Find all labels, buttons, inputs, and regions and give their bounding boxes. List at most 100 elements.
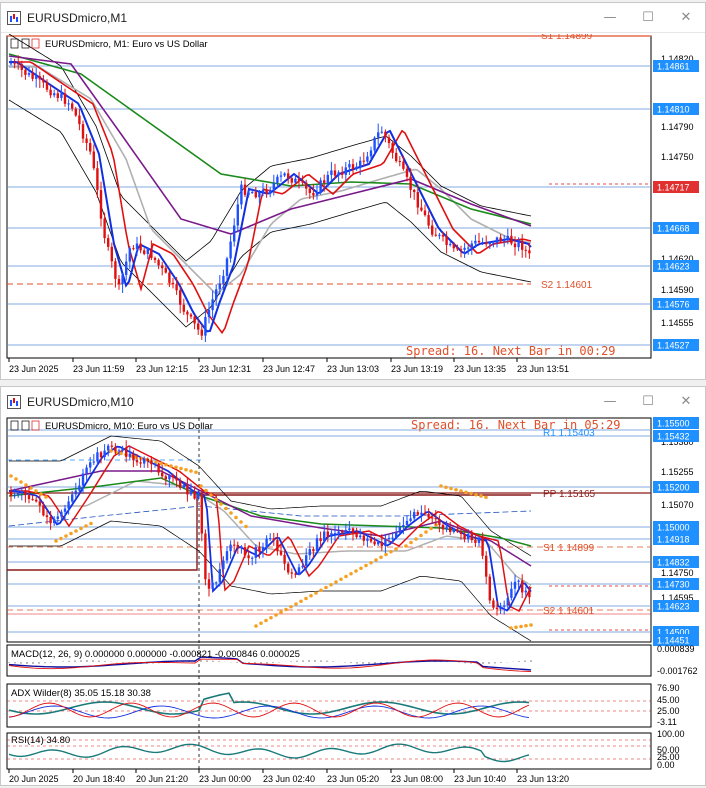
close-button[interactable]: ✕ [667,3,705,33]
candle [312,549,315,552]
candle [186,485,189,495]
candle [467,534,470,540]
sar-dot [529,623,533,627]
price-tag-text: 1.14861 [657,62,690,72]
candle [38,76,41,80]
candle [24,491,27,496]
sar-dot [284,607,288,612]
candle [171,475,175,478]
sar-dot [484,495,488,500]
sar-dot [54,539,58,543]
price-tag-text: 1.14730 [657,580,690,590]
maximize-button[interactable]: ☐ [629,387,667,417]
chart-window-m1[interactable]: EURUSDmicro,M1 — ☐ ✕ EURUSDmicro, M1: Eu… [0,2,706,380]
candle [236,204,239,226]
candle [204,317,207,336]
maximize-button[interactable]: ☐ [629,3,667,33]
chart-window-m10[interactable]: EURUSDmicro,M10 — ☐ ✕ EURUSDmicro, M10: … [0,386,706,786]
price-chart-canvas[interactable]: EURUSDmicro, M10: Euro vs US Dollar Spre… [1,416,705,784]
candle [467,247,470,249]
candle [492,600,495,608]
sar-dot [179,466,183,471]
time-axis-label: 23 Jun 02:40 [263,774,315,784]
minimize-button[interactable]: — [591,387,629,417]
price-tag: 1.15200 [653,481,699,493]
candle [45,515,49,518]
rsi-label: RSI(14) 34.80 [11,735,70,746]
candle [17,492,20,496]
window-titlebar[interactable]: EURUSDmicro,M10 — ☐ ✕ [1,387,705,417]
chart-symbol-header: EURUSDmicro, M10: Euro vs US Dollar [45,421,213,432]
candle [420,512,423,515]
rsi-panel[interactable] [6,732,652,770]
candle [380,131,383,133]
pivot-level-r1: R1 1.15403 [543,428,595,439]
candle [96,452,99,462]
candle [398,161,401,163]
candle [499,237,502,242]
candle [236,544,239,548]
sar-dot [369,560,373,565]
sar-dot [254,624,258,628]
sar-dot [349,571,353,576]
candle [150,248,153,258]
window-title: EURUSDmicro,M1 [27,10,128,25]
macd-scale-label: -0.001762 [657,666,698,676]
candle [279,551,283,555]
price-axis-label: 1.14590 [661,285,694,295]
candle [42,79,45,83]
sar-dot [439,484,443,488]
candle [355,166,358,170]
candle [24,69,27,75]
candle [207,309,211,318]
price-chart[interactable]: EURUSDmicro, M10: Euro vs US Dollar Spre… [1,416,705,784]
pivot-level-pp: PP 1.15165 [543,489,596,500]
candle [359,160,362,167]
candle [60,511,63,517]
candle [294,178,297,183]
candle [229,544,232,552]
candle [146,458,149,461]
candle [92,461,95,463]
minimize-button[interactable]: — [591,3,629,33]
time-axis-label: 23 Jun 08:00 [391,774,443,784]
sar-dot [229,511,233,515]
pivot-level-s2: S2 1.14601 [543,606,595,617]
sar-dot [164,462,168,467]
candle [510,235,513,244]
candle [168,475,171,480]
time-axis-label: 23 Jun 13:03 [327,364,379,374]
candle [337,172,340,176]
window-titlebar[interactable]: EURUSDmicro,M1 — ☐ ✕ [1,3,705,33]
candle [290,572,293,574]
rsi-scale-label: 100.00 [657,729,685,739]
candle [380,542,383,546]
price-chart[interactable]: EURUSDmicro, M1: Euro vs US Dollar Sprea… [1,34,705,379]
time-axis-label: 23 Jun 13:20 [517,774,569,784]
candle [261,189,265,193]
price-chart-canvas[interactable]: EURUSDmicro, M1: Euro vs US Dollar Sprea… [1,34,705,379]
sar-dot [314,591,318,595]
price-tag-text: 1.14832 [657,558,690,568]
sar-dot [304,596,308,601]
candle [474,540,477,543]
candle [369,538,373,542]
candle [240,547,243,549]
candle [222,560,225,570]
sar-dot [334,580,338,584]
close-button[interactable]: ✕ [667,387,705,417]
sar-dot [294,602,298,606]
candle [200,329,203,336]
candle [495,237,499,243]
sar-dot [424,530,428,534]
candle [416,512,419,515]
candle [31,499,34,501]
sar-dot [264,618,268,623]
sar-dot [89,521,93,526]
candle [128,248,131,262]
candle [290,178,293,183]
candle [168,272,171,283]
candle [254,192,257,198]
sar-dot [474,492,478,497]
price-tag-text: 1.14717 [657,183,690,193]
